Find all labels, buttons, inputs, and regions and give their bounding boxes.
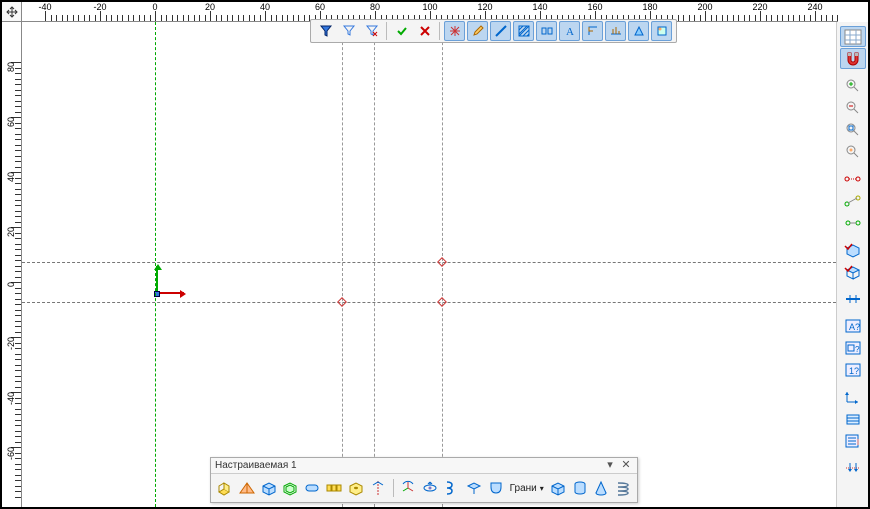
validate-iso-icon[interactable] bbox=[840, 261, 866, 282]
svg-text:1?: 1? bbox=[849, 366, 859, 376]
ortho-icon[interactable] bbox=[582, 21, 603, 41]
rotate-axes-icon[interactable] bbox=[399, 477, 419, 499]
dim-linear-icon[interactable] bbox=[840, 168, 866, 189]
filter-button[interactable] bbox=[338, 21, 359, 41]
toolbar-menu-button[interactable]: ▾ bbox=[603, 460, 617, 472]
validate-cube-icon[interactable] bbox=[840, 239, 866, 260]
linear-pattern-icon[interactable] bbox=[324, 477, 344, 499]
grid-toggle-button[interactable] bbox=[840, 26, 866, 47]
list-dim-icon[interactable] bbox=[840, 430, 866, 451]
sweep-icon[interactable] bbox=[464, 477, 484, 499]
text-help-icon[interactable]: A? bbox=[840, 315, 866, 336]
floating-toolbar-title: Настраиваемая 1 bbox=[215, 460, 297, 471]
spring-primitive-icon[interactable] bbox=[613, 477, 633, 499]
cancel-button[interactable] bbox=[414, 21, 435, 41]
baseline-icon[interactable] bbox=[605, 21, 626, 41]
magnet-icon[interactable] bbox=[840, 48, 866, 69]
snap-marker bbox=[437, 257, 447, 267]
dim-view-icon[interactable] bbox=[840, 212, 866, 233]
cone-primitive-icon[interactable] bbox=[591, 477, 611, 499]
edge-icon[interactable] bbox=[490, 21, 511, 41]
axis-line-v bbox=[155, 22, 156, 507]
cylinder-primitive-icon[interactable] bbox=[570, 477, 590, 499]
zoom-fit-button[interactable] bbox=[840, 141, 866, 162]
zoom-out-button[interactable] bbox=[840, 97, 866, 118]
triangle-icon[interactable] bbox=[628, 21, 649, 41]
align-down-icon[interactable] bbox=[840, 457, 866, 478]
ruler-origin-toggle[interactable] bbox=[2, 2, 22, 22]
vertical-ruler[interactable]: 806040200-20-40-60 bbox=[2, 22, 22, 507]
loft-icon[interactable] bbox=[486, 477, 506, 499]
x-axis-arrow bbox=[156, 292, 184, 294]
svg-text:?: ? bbox=[855, 345, 860, 354]
top-toolbar: A bbox=[310, 19, 677, 43]
filter-clear-button[interactable] bbox=[361, 21, 382, 41]
revolve-icon[interactable] bbox=[420, 477, 440, 499]
snap-center-button[interactable] bbox=[444, 21, 465, 41]
layers-icon[interactable] bbox=[840, 408, 866, 429]
guide-line-v bbox=[374, 22, 375, 507]
shell-icon[interactable] bbox=[280, 477, 300, 499]
snap-marker bbox=[437, 297, 447, 307]
hole-icon[interactable] bbox=[346, 477, 366, 499]
accept-button[interactable] bbox=[391, 21, 412, 41]
coil-icon[interactable] bbox=[442, 477, 462, 499]
faces-dropdown[interactable]: Грани▾ bbox=[508, 477, 546, 499]
one-help-icon[interactable]: 1? bbox=[840, 359, 866, 380]
axis-gizmo bbox=[152, 254, 192, 294]
filter-down-button[interactable] bbox=[315, 21, 336, 41]
right-toolbar: A? ? 1? bbox=[836, 22, 868, 507]
floating-toolbar-titlebar[interactable]: Настраиваемая 1 ▾ ✕ bbox=[211, 458, 637, 474]
pencil-icon[interactable] bbox=[467, 21, 488, 41]
offset-icon[interactable] bbox=[651, 21, 672, 41]
rect-help-icon[interactable]: ? bbox=[840, 337, 866, 358]
floating-toolbar[interactable]: Настраиваемая 1 ▾ ✕ Грани▾ bbox=[210, 457, 638, 503]
guide-line-h bbox=[22, 302, 836, 303]
hatch-icon[interactable] bbox=[513, 21, 534, 41]
axis-icon[interactable] bbox=[368, 477, 388, 499]
snap-marker bbox=[337, 297, 347, 307]
svg-text:A: A bbox=[566, 26, 574, 38]
zoom-window-button[interactable] bbox=[840, 119, 866, 140]
cube-primitive-icon[interactable] bbox=[548, 477, 568, 499]
zoom-in-button[interactable] bbox=[840, 75, 866, 96]
plane-icon[interactable] bbox=[840, 288, 866, 309]
dim-angle-icon[interactable] bbox=[840, 190, 866, 211]
extrude-icon[interactable] bbox=[215, 477, 235, 499]
y-axis-arrow bbox=[156, 266, 158, 294]
guide-line-h bbox=[22, 262, 836, 263]
split-icon[interactable] bbox=[536, 21, 557, 41]
drawing-canvas[interactable] bbox=[22, 22, 836, 507]
svg-text:A?: A? bbox=[849, 322, 860, 332]
cross-section-icon[interactable] bbox=[237, 477, 257, 499]
guide-line-v bbox=[342, 22, 343, 507]
coord-origin-icon[interactable] bbox=[840, 386, 866, 407]
toolbar-close-button[interactable]: ✕ bbox=[619, 460, 633, 472]
box-icon[interactable] bbox=[259, 477, 279, 499]
text-icon[interactable]: A bbox=[559, 21, 580, 41]
faces-dropdown-label: Грани bbox=[510, 483, 537, 494]
slot-icon[interactable] bbox=[302, 477, 322, 499]
